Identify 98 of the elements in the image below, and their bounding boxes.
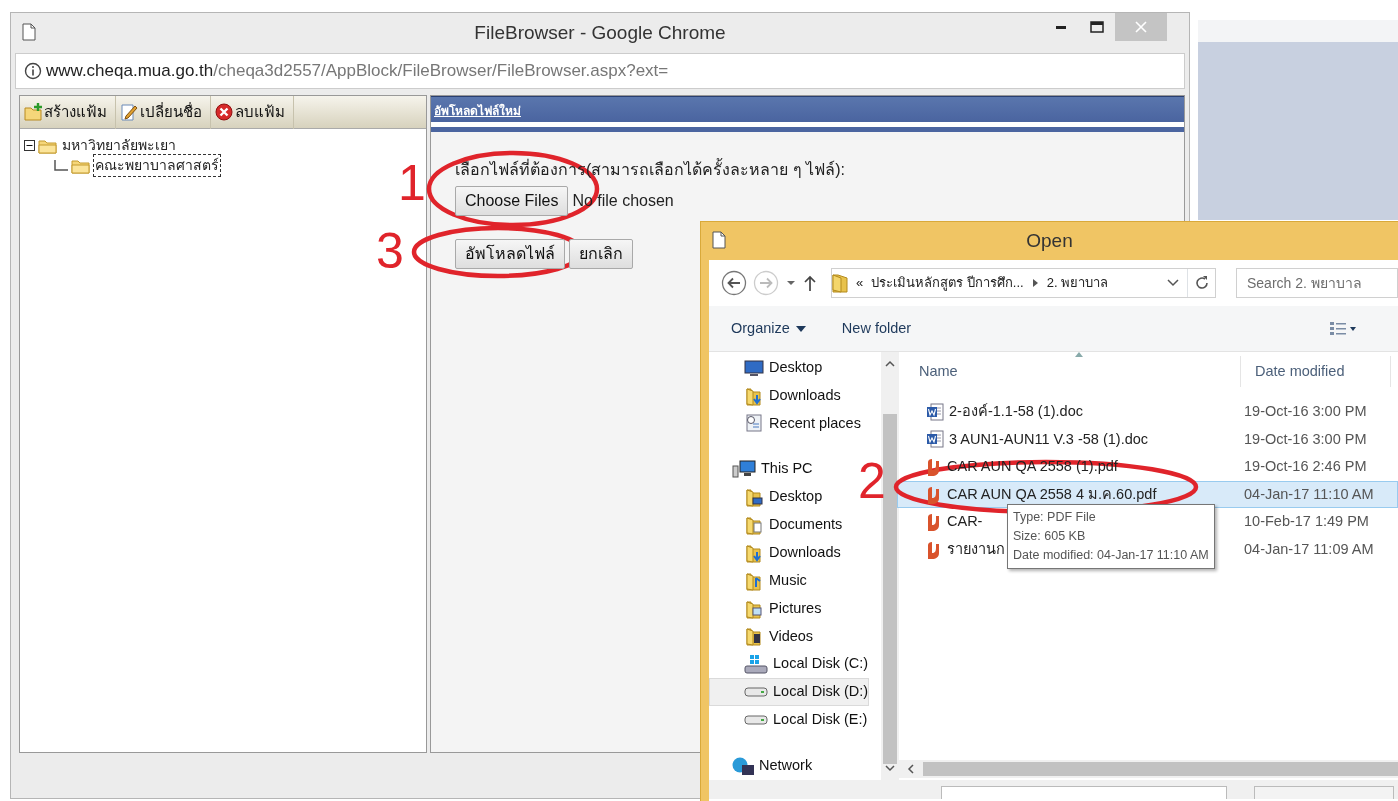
sort-arrow-icon	[1075, 352, 1083, 357]
info-icon	[24, 62, 42, 80]
scrollbar-thumb[interactable]	[923, 762, 1398, 776]
close-icon	[1135, 21, 1147, 33]
drive-icon	[744, 687, 768, 698]
pdf-file-icon	[926, 540, 942, 559]
nav-item[interactable]: Recent places	[709, 409, 862, 438]
word-document-icon	[926, 402, 944, 421]
folder-icon	[832, 273, 848, 293]
file-date: 10-Feb-17 1:49 PM	[1244, 512, 1369, 532]
file-date: 19-Oct-16 2:46 PM	[1244, 457, 1367, 477]
minimize-icon	[1056, 25, 1066, 29]
documents-folder-icon	[744, 515, 764, 535]
nav-item[interactable]: Local Disk (D:)	[709, 678, 870, 706]
path-segment[interactable]: «	[856, 273, 864, 293]
nav-item[interactable]: This PC	[709, 455, 814, 484]
search-field[interactable]: Search 2. พยาบาล	[1236, 268, 1398, 298]
annotation-number: 1	[398, 158, 426, 208]
scroll-left-icon[interactable]	[907, 764, 914, 774]
nav-item[interactable]: Pictures	[709, 594, 823, 623]
nav-item[interactable]: Local Disk (C:)	[709, 650, 870, 679]
command-button[interactable]: Organize	[731, 317, 806, 340]
downloads-folder-icon	[744, 385, 764, 406]
up-arrow-icon[interactable]	[803, 274, 817, 292]
tooltip-line: Type: PDF File	[1013, 509, 1097, 526]
maximize-icon	[1090, 21, 1104, 33]
nav-item[interactable]: Desktop	[709, 483, 824, 511]
word-document-icon	[926, 430, 944, 449]
dropdown-caret-icon[interactable]	[785, 278, 797, 288]
drive-icon	[744, 714, 768, 725]
annotation-number: 3	[376, 226, 404, 276]
nav-item[interactable]: Downloads	[709, 381, 842, 410]
upload-heading: อัพโหลดไฟล์ใหม่	[431, 96, 1184, 122]
file-date: 04-Jan-17 11:09 AM	[1244, 539, 1374, 559]
file-name-field[interactable]	[941, 786, 1227, 799]
videos-folder-icon	[744, 626, 764, 647]
path-segment[interactable]: ประเมินหลักสูตร ปีการศึก...	[871, 273, 1024, 293]
file-name[interactable]: รายงานก	[947, 538, 1005, 561]
tree-connector-line	[54, 159, 68, 171]
nav-item[interactable]: Downloads	[709, 539, 842, 567]
music-folder-icon	[744, 570, 764, 591]
computer-icon	[732, 460, 756, 479]
downloads-folder-icon	[744, 542, 764, 563]
chevron-right-icon	[1031, 278, 1039, 288]
pdf-file-icon	[926, 485, 942, 504]
tree-item[interactable]: คณะพยาบาลศาสตร์	[93, 153, 221, 177]
dropdown-chevron-icon[interactable]	[1167, 278, 1179, 288]
page-icon	[21, 23, 37, 41]
nav-item[interactable]: Network	[709, 751, 814, 780]
delete-icon	[215, 103, 234, 122]
horizontal-scrollbar[interactable]	[899, 760, 1398, 778]
desktop-folder-icon	[744, 487, 764, 508]
toolbar-button[interactable]: เปลี่ยนชื่อ	[116, 96, 211, 129]
caret-down-icon	[795, 325, 806, 332]
file-date: 04-Jan-17 11:10 AM	[1244, 484, 1374, 504]
nav-item[interactable]: Desktop	[709, 354, 824, 382]
new-folder-icon	[24, 103, 43, 122]
annotation-number: 2	[858, 456, 886, 506]
file-name[interactable]: CAR AUN QA 2558 4 ม.ค.60.pdf	[947, 483, 1157, 506]
back-button[interactable]	[721, 270, 747, 296]
path-segment[interactable]: 2. พยาบาล	[1046, 273, 1109, 293]
column-header[interactable]: Date modified	[1241, 356, 1391, 387]
monitor-icon	[744, 358, 764, 377]
scroll-up-icon[interactable]	[885, 360, 895, 367]
pdf-file-icon	[926, 513, 942, 532]
nav-item[interactable]: Local Disk (E:)	[709, 706, 869, 734]
dialog-title: Open	[1026, 228, 1073, 253]
nav-item[interactable]: Documents	[709, 511, 844, 539]
file-name[interactable]: 2-องค์-1.1-58 (1).doc	[949, 400, 1083, 423]
scrollbar-thumb[interactable]	[883, 414, 897, 764]
file-name[interactable]: CAR-	[947, 511, 983, 534]
file-date: 19-Oct-16 3:00 PM	[1244, 401, 1367, 421]
toolbar-button[interactable]: สร้างแฟ้ม	[20, 96, 116, 129]
window-title: FileBrowser - Google Chrome	[474, 20, 726, 45]
tooltip-line: Size: 605 KB	[1013, 528, 1087, 545]
url-text: www.cheqa.mua.go.th/cheqa3d2557/AppBlock/FileBrowser/FileBrowser.aspx?ext=	[46, 60, 669, 83]
nav-item[interactable]: Videos	[709, 622, 815, 651]
page-icon	[711, 231, 727, 249]
nav-item[interactable]: Music	[709, 566, 808, 595]
network-icon	[732, 756, 754, 775]
system-drive-icon	[744, 654, 768, 675]
pictures-folder-icon	[744, 598, 764, 619]
command-button[interactable]: New folder	[841, 317, 912, 340]
tooltip-line: Date modified: 04-Jan-17 11:10 AM	[1013, 547, 1209, 564]
address-box[interactable]: « ประเมินหลักสูตร ปีการศึก... 2. พยาบาล	[831, 268, 1216, 298]
toolbar-button[interactable]: ลบแฟ้ม	[211, 96, 294, 129]
file-name[interactable]: 3 AUN1-AUN11 V.3 -58 (1).doc	[949, 428, 1149, 451]
scroll-down-icon[interactable]	[885, 765, 895, 772]
pdf-file-icon	[926, 458, 942, 476]
collapse-icon[interactable]	[24, 139, 35, 151]
refresh-icon	[1193, 275, 1210, 291]
file-date: 19-Oct-16 3:00 PM	[1244, 429, 1367, 449]
upload-form-button[interactable]: ยกเลิก	[569, 239, 633, 269]
choose-files-button[interactable]: Choose Files	[455, 186, 569, 216]
pencil-icon	[120, 103, 139, 122]
upload-form-button[interactable]: อัพโหลดไฟล์	[455, 239, 565, 269]
view-options-icon[interactable]	[1330, 321, 1356, 336]
recent-places-icon	[744, 413, 764, 434]
